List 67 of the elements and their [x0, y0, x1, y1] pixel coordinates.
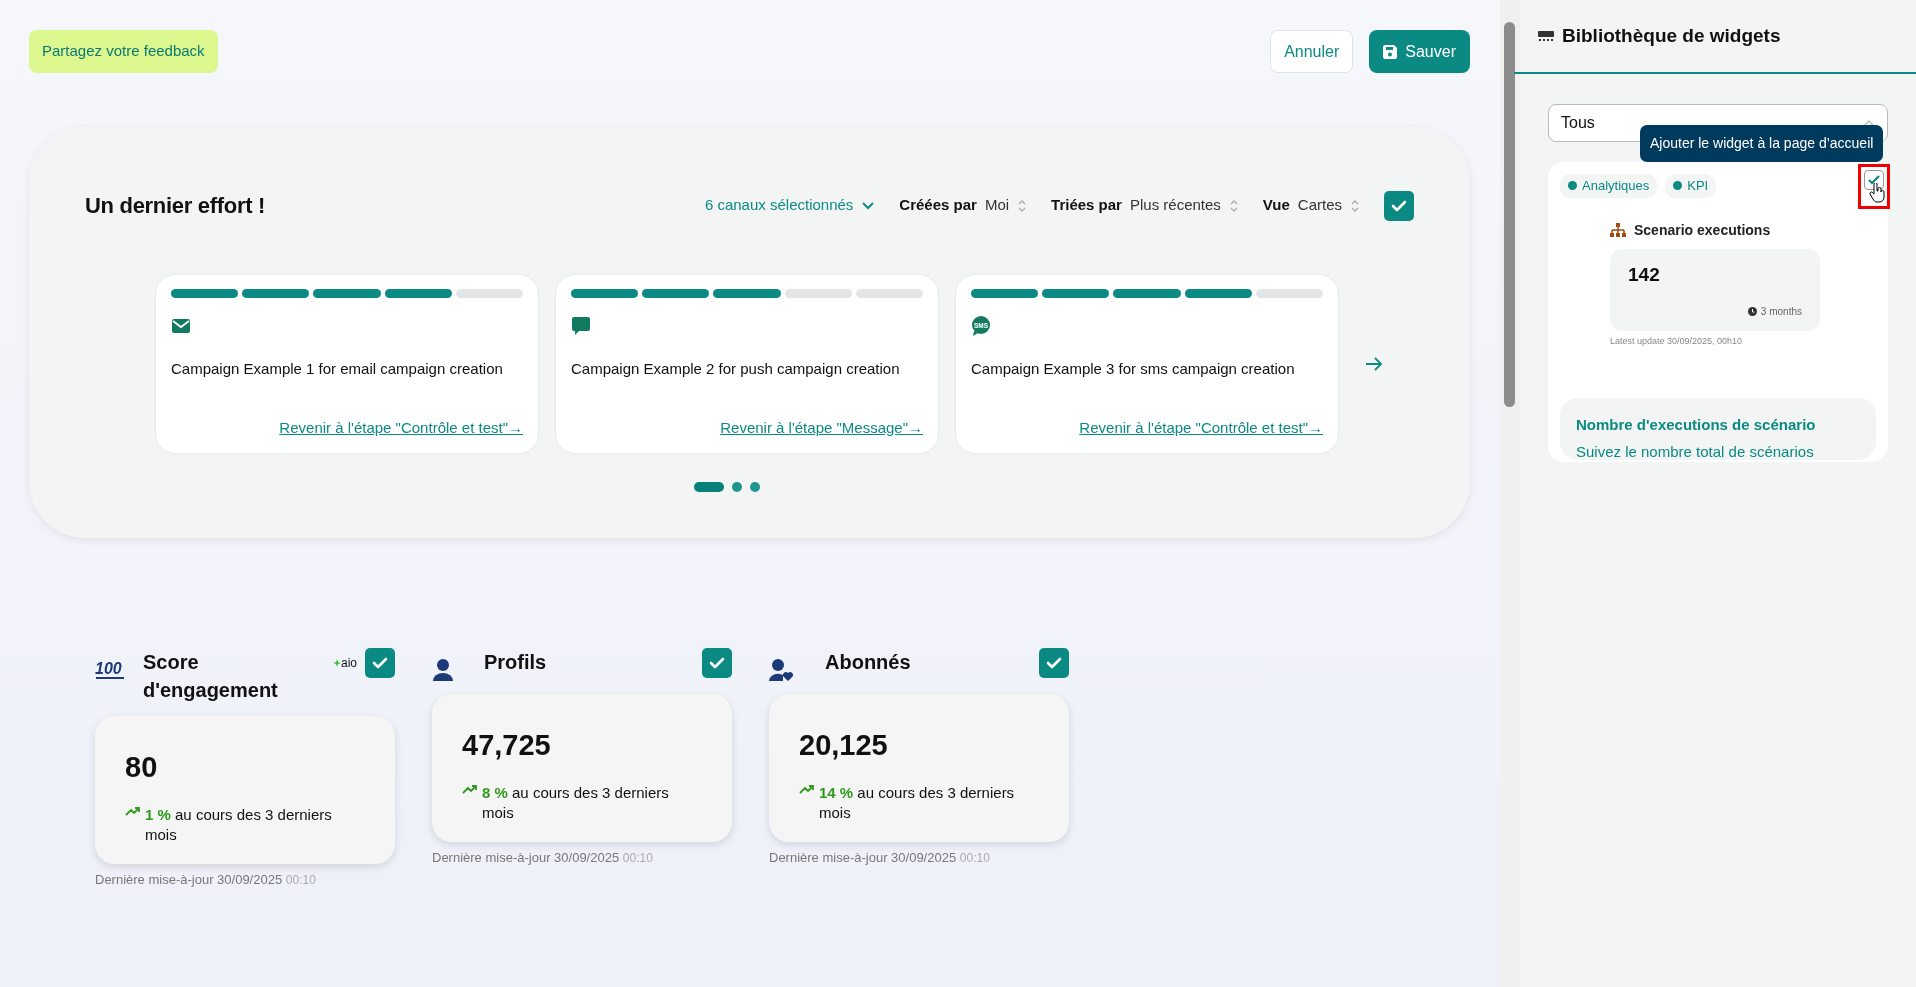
preview-title: Scenario executions	[1634, 220, 1771, 240]
trend-up-icon	[125, 805, 141, 817]
trend-up-icon	[799, 783, 815, 795]
trend-text: 8 % au cours des 3 derniers mois	[482, 783, 670, 822]
last-update-text: Dernière mise-à-jour 30/09/2025 00:10	[769, 849, 991, 867]
trend-text: 1 % au cours des 3 derniers mois	[145, 805, 333, 844]
filter-select[interactable]: Moi	[984, 194, 1028, 217]
hand-cursor-icon	[1869, 183, 1885, 203]
tooltip: Ajouter le widget à la page d’accueil	[1640, 125, 1884, 162]
widget-strip-icon	[1538, 30, 1554, 42]
save-button[interactable]: Sauver	[1369, 30, 1470, 73]
scrollbar[interactable]	[1500, 0, 1520, 987]
panel-title: Bibliothèque de widgets	[1562, 23, 1781, 48]
step-link[interactable]: Revenir à l'étape "Message"→	[720, 416, 923, 439]
sort-icon	[1228, 198, 1239, 213]
widget-title: Score d'engagement	[143, 650, 279, 703]
step-link[interactable]: Revenir à l'étape "Contrôle et test"→	[279, 416, 523, 439]
person-icon	[432, 658, 454, 682]
period-text: 3 months	[1760, 304, 1802, 319]
checkbox[interactable]	[1039, 648, 1069, 678]
filter-select[interactable]: Plus récentes	[1129, 194, 1239, 217]
hierarchy-icon	[1610, 223, 1626, 237]
page-dot[interactable]	[731, 482, 742, 492]
preview-value: 142	[1628, 262, 1661, 287]
person-heart-icon	[769, 658, 795, 682]
chevron-down-icon	[861, 200, 876, 211]
trend-text: 14 % au cours des 3 derniers mois	[819, 783, 1016, 822]
kpi-value: 20,125	[799, 728, 889, 763]
widget-title: Profils	[484, 650, 547, 675]
feedback-button[interactable]: Partagez votre feedback	[29, 30, 218, 73]
speech-bubble-icon	[571, 316, 591, 338]
category-tag: Analytiques	[1560, 174, 1658, 198]
filter-label: Vue	[1262, 195, 1290, 216]
cancel-button[interactable]: Annuler	[1270, 30, 1354, 73]
page-dot[interactable]	[749, 482, 760, 492]
widget-description: Suivez le nombre total de scénarios	[1576, 441, 1815, 460]
checkbox[interactable]	[702, 648, 732, 678]
channels-dropdown[interactable]: 6 canaux sélectionnés	[704, 194, 876, 217]
checkbox[interactable]	[365, 648, 395, 678]
sort-icon	[1350, 198, 1360, 213]
trend-up-icon	[462, 783, 478, 795]
last-update-text: Dernière mise-à-jour 30/09/2025 00:10	[95, 871, 317, 889]
update-time: 00:10	[959, 851, 990, 865]
arrow-right-icon[interactable]	[1365, 357, 1383, 371]
last-update-text: Dernière mise-à-jour 30/09/2025 00:10	[432, 849, 654, 867]
clock-icon	[1747, 306, 1757, 316]
filter-label: Triées par	[1051, 195, 1122, 216]
sort-icon	[1017, 198, 1028, 213]
campaign-name: Campaign Example 2 for push campaign creation	[571, 359, 901, 379]
category-tag: KPI	[1665, 174, 1717, 198]
filter-label: Créées par	[899, 195, 977, 216]
widget-name: Nombre d'executions de scénario	[1576, 415, 1817, 435]
update-time: 00:10	[285, 873, 316, 887]
filter-select[interactable]: Cartes	[1297, 194, 1360, 217]
kpi-value: 80	[125, 750, 159, 785]
step-link[interactable]: Revenir à l'étape "Contrôle et test"→	[1079, 416, 1323, 439]
sparkle-icon	[333, 659, 341, 667]
widget-title: Abonnés	[825, 650, 911, 675]
panel-title: Un dernier effort !	[85, 192, 266, 220]
update-time: 00:10	[622, 851, 653, 865]
preview-update-text: Latest update 30/09/2025, 00h10	[1610, 334, 1744, 348]
campaign-name: Campaign Example 3 for sms campaign creation	[971, 359, 1296, 379]
ai-label: aio	[341, 655, 357, 672]
check-icon	[1867, 173, 1881, 187]
campaign-name: Campaign Example 1 for email campaign creation	[171, 359, 504, 379]
checkbox[interactable]	[1384, 190, 1414, 221]
kpi-value: 47,725	[462, 728, 552, 763]
